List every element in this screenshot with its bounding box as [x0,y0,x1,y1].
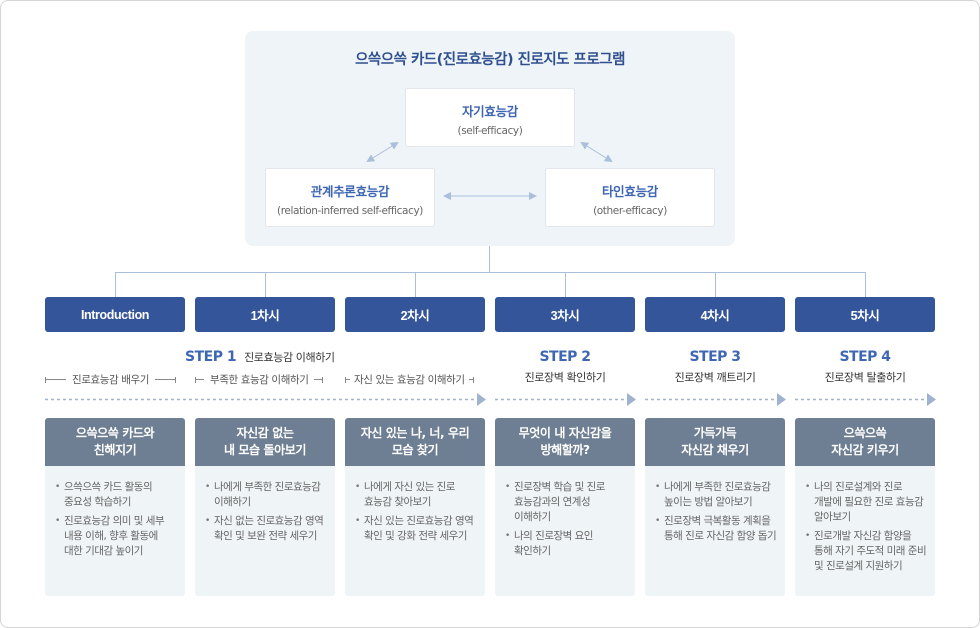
sub-range-text: 자신 있는 효능감 이해하기 [354,374,465,386]
activity-card-1: 자신감 없는 내 모습 돌아보기 나에게 부족한 진로효능감 이해하기 자신 없… [195,418,335,596]
step-1: STEP 1 진로효능감 이해하기 [185,349,335,365]
flow-arrows [45,393,936,406]
session-3[interactable]: 3차시 [495,297,635,332]
session-5[interactable]: 5차시 [795,297,935,332]
card-item: 나에게 부족한 진로효능감 이해하기 [205,480,327,510]
session-introduction[interactable]: Introduction [45,297,185,332]
sub-range-session-1: 부족한 효능감 이해하기 [195,372,335,387]
activity-card-5: 으쓱으쓱 자신감 키우기 나의 진로설계와 진로 개발에 필요한 진로 효능감 … [795,418,935,596]
arrow-self-relation [366,141,399,163]
concept-name: 타인효능감 [601,184,658,199]
arrow-self-other [580,141,613,163]
card-title: 가득가득 자신감 채우기 [645,418,785,466]
card-item: 진로개발 자신감 함양을 통해 자기 주도적 미래 준비 및 진로설계 지원하기 [805,529,927,574]
flow-arrowhead-step3 [777,393,786,406]
flow-arrowhead-step1 [477,393,486,406]
concept-sub: (other-efficacy) [593,205,667,217]
step-label: STEP 3 [689,349,741,365]
card-item: 나에게 자신 있는 진로 효능감 찾아보기 [355,480,477,510]
concept-other-efficacy: 타인효능감 (other-efficacy) [545,168,715,227]
activity-card-3: 무엇이 내 자신감을 방해할까? 진로장벽 학습 및 진로 효능감과의 연계성 … [495,418,635,596]
sub-range-text: 부족한 효능감 이해하기 [210,374,309,386]
flow-arrowhead-step4 [927,393,936,406]
card-item: 진로장벽 학습 및 진로 효능감과의 연계성 이해하기 [505,480,627,525]
card-list: 나의 진로설계와 진로 개발에 필요한 진로 효능감 알아보기 진로개발 자신감… [795,466,935,574]
card-list: 나에게 부족한 진로효능감 이해하기 자신 없는 진로효능감 영역 확인 및 보… [195,466,335,544]
card-item: 진로효능감 의미 및 세부 내용 이해, 향후 활동에 대한 기대감 높이기 [55,514,177,559]
card-list: 나에게 자신 있는 진로 효능감 찾아보기 자신 있는 진로효능감 영역 확인 … [345,466,485,544]
card-item: 나의 진로장벽 요인 확인하기 [505,529,627,559]
activity-card-intro: 으쓱으쓱 카드와 친해지기 으쓱으쓱 카드 활동의 중요성 학습하기 진로효능감… [45,418,185,596]
step-3: STEP 3 진로장벽 깨트리기 [645,349,785,385]
card-title: 자신 있는 나, 너, 우리 모습 찾기 [345,418,485,466]
card-item: 자신 없는 진로효능감 영역 확인 및 보완 전략 세우기 [205,514,327,544]
activity-card-4: 가득가득 자신감 채우기 나에게 부족한 진로효능감 높이는 방법 알아보기 진… [645,418,785,596]
program-title: 으쓱으쓱 카드(진로효능감) 진로지도 프로그램 [355,52,625,68]
concept-relation-inferred: 관계추론효능감 (relation-inferred self-efficacy… [265,168,435,227]
session-1[interactable]: 1차시 [195,297,335,332]
step-desc: 진로장벽 확인하기 [524,371,606,384]
step-label: STEP 1 [185,349,237,365]
card-item: 자신 있는 진로효능감 영역 확인 및 강화 전략 세우기 [355,514,477,544]
step-desc: 진로효능감 이해하기 [244,351,335,364]
step-4: STEP 4 진로장벽 탈출하기 [795,349,935,385]
card-item: 나에게 부족한 진로효능감 높이는 방법 알아보기 [655,480,777,510]
card-item: 진로장벽 극복활동 계획을 통해 진로 자신감 함양 돕기 [655,514,777,544]
flow-arrowhead-step2 [627,393,636,406]
concept-panel: 으쓱으쓱 카드(진로효능감) 진로지도 프로그램 자기효능감 (self-eff… [245,31,735,246]
step-desc: 진로장벽 깨트리기 [674,371,756,384]
card-list: 나에게 부족한 진로효능감 높이는 방법 알아보기 진로장벽 극복활동 계획을 … [645,466,785,544]
concept-sub: (self-efficacy) [457,125,523,137]
card-list: 으쓱으쓱 카드 활동의 중요성 학습하기 진로효능감 의미 및 세부 내용 이해… [45,466,185,559]
concept-self-efficacy: 자기효능감 (self-efficacy) [405,88,575,147]
card-title: 으쓱으쓱 자신감 키우기 [795,418,935,466]
concept-name: 관계추론효능감 [310,184,390,199]
step-desc: 진로장벽 탈출하기 [824,371,906,384]
card-title: 자신감 없는 내 모습 돌아보기 [195,418,335,466]
card-title: 으쓱으쓱 카드와 친해지기 [45,418,185,466]
concept-name: 자기효능감 [461,104,518,119]
concept-sub: (relation-inferred self-efficacy) [277,205,423,217]
card-title: 무엇이 내 자신감을 방해할까? [495,418,635,466]
card-item: 으쓱으쓱 카드 활동의 중요성 학습하기 [55,480,177,510]
step-label: STEP 4 [839,349,891,365]
sub-range-text: 진로효능감 배우기 [72,374,150,386]
card-list: 진로장벽 학습 및 진로 효능감과의 연계성 이해하기 나의 진로장벽 요인 확… [495,466,635,559]
session-4[interactable]: 4차시 [645,297,785,332]
sub-range-intro: 진로효능감 배우기 [45,372,185,387]
step-2: STEP 2 진로장벽 확인하기 [495,349,635,385]
card-item: 나의 진로설계와 진로 개발에 필요한 진로 효능감 알아보기 [805,480,927,525]
sub-range-session-2: 자신 있는 효능감 이해하기 [345,372,487,387]
activity-card-2: 자신 있는 나, 너, 우리 모습 찾기 나에게 자신 있는 진로 효능감 찾아… [345,418,485,596]
session-2[interactable]: 2차시 [345,297,485,332]
step-label: STEP 2 [539,349,591,365]
